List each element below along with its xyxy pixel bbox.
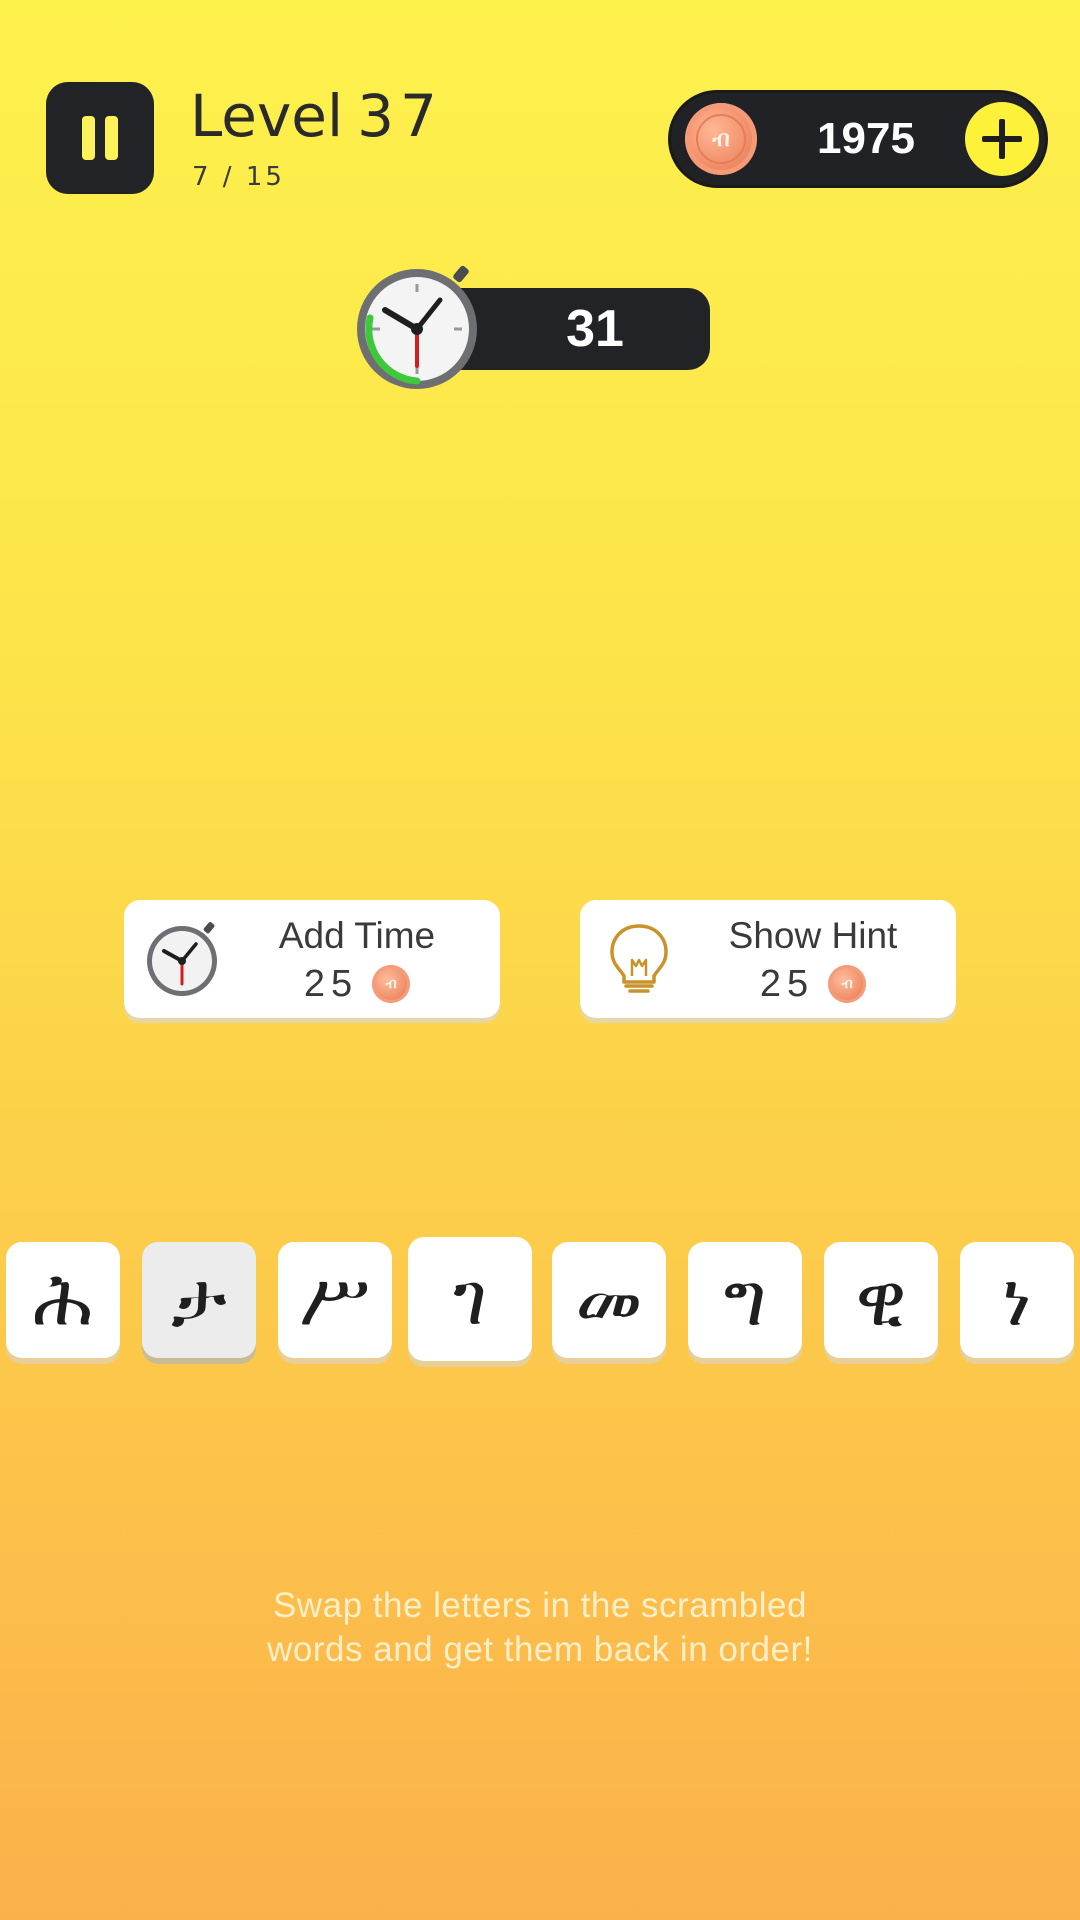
instruction-text: Swap the letters in the scrambled words … (140, 1584, 940, 1672)
letter-tile-selected[interactable]: ታ (142, 1242, 256, 1358)
coin-balance: ብ 1975 (668, 90, 1048, 188)
show-hint-cost: 25 ብ (690, 962, 936, 1006)
lightbulb-icon (610, 924, 668, 993)
add-time-label: Add Time (278, 915, 436, 956)
level-number: 37 (357, 82, 443, 150)
pause-button[interactable] (46, 82, 154, 194)
letter-tile[interactable]: ግ (688, 1242, 802, 1358)
level-title: Level 37 (190, 84, 443, 148)
instruction-line-1: Swap the letters in the scrambled (273, 1586, 807, 1625)
stopwatch-icon (357, 265, 477, 389)
pause-icon-bar-right (105, 116, 118, 160)
letter-tile[interactable]: ሥ (278, 1242, 392, 1358)
add-time-cost: 25 ብ (234, 962, 480, 1006)
letter-tile[interactable]: ነ (960, 1242, 1074, 1358)
show-hint-button[interactable]: Show Hint 25 ብ (580, 900, 956, 1018)
show-hint-cost-value: 25 (759, 963, 815, 1005)
coin-icon: ብ (828, 965, 867, 1003)
pause-icon-bar-left (82, 116, 95, 160)
coin-icon: ብ (685, 103, 757, 175)
level-label: Level (190, 82, 344, 150)
timer-value: 31 (566, 300, 624, 358)
coin-icon: ብ (372, 965, 411, 1003)
letter-tile[interactable]: ዊ (824, 1242, 938, 1358)
letter-tile[interactable]: መ (552, 1242, 666, 1358)
show-hint-label: Show Hint (728, 915, 898, 956)
add-time-button[interactable]: Add Time 25 ብ (124, 900, 500, 1018)
plus-icon (982, 119, 1022, 159)
level-progress: 7 / 15 (192, 162, 285, 192)
letter-tile[interactable]: ሕ (6, 1242, 120, 1358)
letter-tile[interactable]: ገ (408, 1237, 532, 1361)
add-time-cost-value: 25 (303, 963, 359, 1005)
coin-count: 1975 (817, 114, 915, 163)
add-coins-button[interactable] (965, 102, 1039, 176)
instruction-line-2: words and get them back in order! (267, 1630, 813, 1669)
stopwatch-icon (147, 922, 217, 996)
